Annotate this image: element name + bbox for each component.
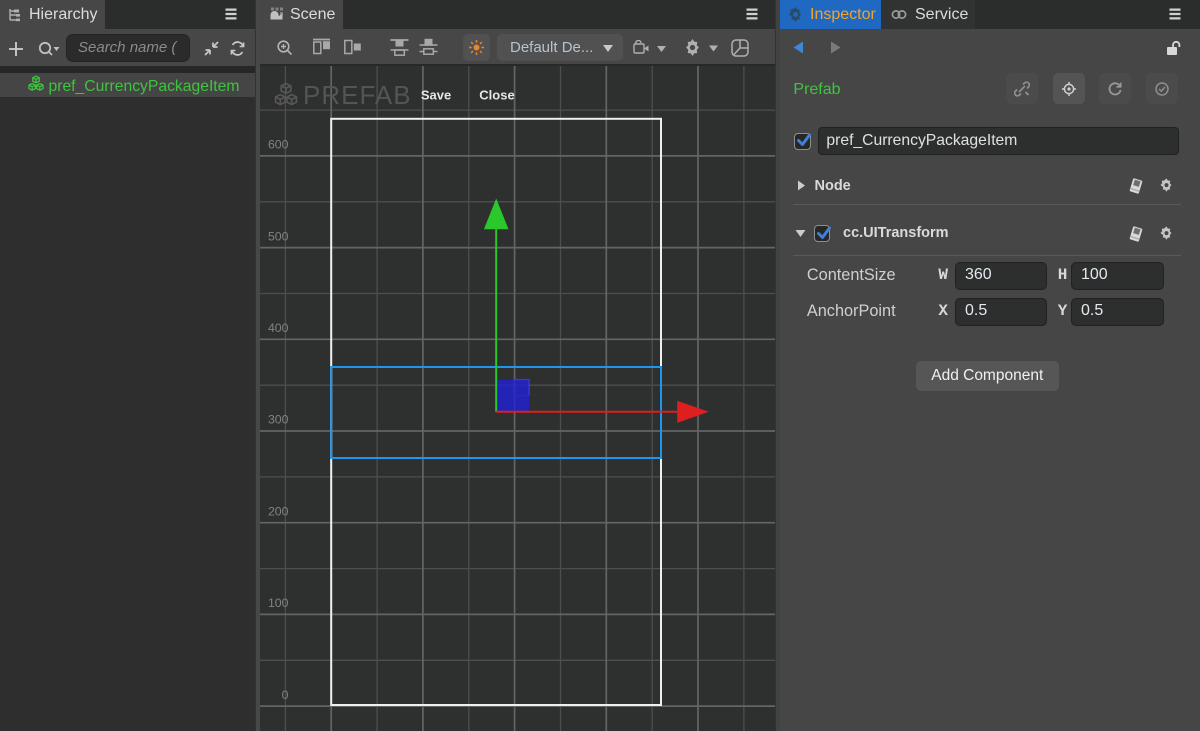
svg-text:100: 100 bbox=[268, 596, 289, 610]
svg-text:300: 300 bbox=[268, 413, 289, 427]
svg-text:Close: Close bbox=[479, 88, 514, 103]
svg-text:200: 200 bbox=[268, 504, 289, 518]
svg-text:600: 600 bbox=[268, 138, 289, 152]
svg-text:0: 0 bbox=[282, 688, 289, 702]
svg-text:500: 500 bbox=[268, 229, 289, 243]
svg-text:Save: Save bbox=[421, 88, 451, 103]
svg-text:400: 400 bbox=[268, 321, 289, 335]
svg-text:PREFAB: PREFAB bbox=[303, 80, 412, 110]
